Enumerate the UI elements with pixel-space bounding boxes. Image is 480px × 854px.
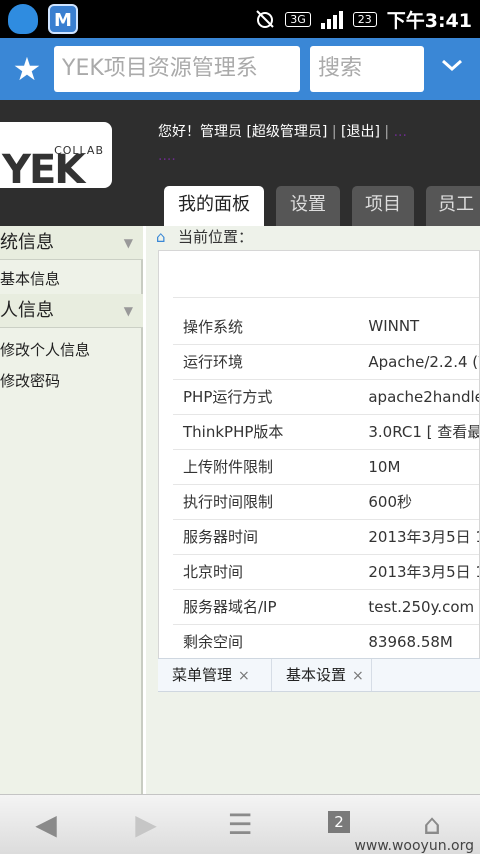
info-key: 操作系统	[173, 309, 359, 345]
table-row: 服务器时间 2013年3月5日 1	[173, 519, 479, 555]
window-tabs-bar: 菜单管理 × 基本设置 ×	[158, 658, 480, 692]
info-key: 运行环境	[173, 344, 359, 380]
window-tab-label: 菜单管理	[172, 666, 233, 684]
tab-staff[interactable]: 员工	[426, 186, 480, 226]
battery-icon: 23	[352, 11, 377, 27]
table-row: 操作系统 WINNT	[173, 309, 479, 345]
table-row: 执行时间限制 600秒	[173, 484, 479, 520]
m-app-icon: M	[48, 4, 78, 34]
alarm-off-icon	[256, 10, 274, 28]
main-content: ⌂ 当前位置： 操作系统WINNT运行环境Apache/2.2.4 (WPHP运行…	[146, 226, 480, 794]
sidebar-item-change-password[interactable]: 修改密码	[0, 370, 60, 391]
logout-link[interactable]: [退出]	[341, 124, 380, 140]
info-value: 3.0RC1 [ 查看最	[358, 414, 479, 450]
logo-yek-text: YEK	[2, 147, 85, 193]
info-key: 剩余空间	[173, 624, 359, 660]
info-key: 服务器时间	[173, 519, 359, 555]
info-key: 北京时间	[173, 554, 359, 590]
info-value: 2013年3月5日 1	[358, 519, 479, 555]
breadcrumb: ⌂ 当前位置：	[156, 226, 253, 252]
info-value: WINNT	[358, 309, 479, 345]
sidebar-item-basic-info[interactable]: 基本信息	[0, 268, 60, 289]
home-icon[interactable]: ⌂	[156, 226, 172, 246]
system-info-panel: 操作系统WINNT运行环境Apache/2.2.4 (WPHP运行方式apach…	[158, 250, 480, 662]
tab-my-panel[interactable]: 我的面板	[164, 186, 264, 226]
breadcrumb-label: 当前位置：	[178, 228, 254, 246]
info-value: test.250y.com [	[358, 589, 479, 625]
info-value: apache2handle	[358, 379, 479, 415]
sidebar-section-title: 人信息	[0, 300, 54, 321]
sidebar-section-system[interactable]: 统信息 ▼	[0, 226, 143, 260]
search-input[interactable]: 搜索	[310, 46, 424, 92]
info-key: ThinkPHP版本	[173, 414, 359, 450]
sidebar-item-edit-profile[interactable]: 修改个人信息	[0, 339, 90, 360]
info-value: 600秒	[358, 484, 479, 520]
table-row: 剩余空间 83968.58M	[173, 624, 479, 660]
window-tab[interactable]: 基本设置 ×	[272, 659, 372, 691]
menu-list-icon[interactable]: ☰	[216, 805, 264, 845]
chevron-down-icon: ▼	[123, 236, 133, 250]
bookmark-star-icon[interactable]: ★	[8, 50, 46, 88]
address-bar[interactable]: YEK项目资源管理系	[54, 46, 300, 92]
separator: |	[384, 124, 390, 140]
qq-app-icon	[8, 4, 38, 34]
browser-toolbar: ★ YEK项目资源管理系 搜索	[0, 38, 480, 100]
watermark: www.wooyun.org	[354, 838, 474, 854]
clock: 下午3:41	[386, 9, 472, 32]
info-key: 上传附件限制	[173, 449, 359, 485]
info-value: 83968.58M	[358, 624, 479, 660]
header-link[interactable]: ...	[394, 124, 407, 140]
separator: |	[331, 124, 337, 140]
status-bar: M 3G 23 下午3:41	[0, 0, 480, 38]
sidebar: 统信息 ▼ 基本信息 人信息 ▼ 修改个人信息 修改密码	[0, 226, 143, 794]
header-link[interactable]: ....	[158, 148, 176, 164]
close-icon[interactable]: ×	[352, 668, 364, 684]
divider	[173, 297, 479, 298]
table-row: 上传附件限制 10M	[173, 449, 479, 485]
welcome-bar: 您好！管理员 [超级管理员] | [退出] | ... ....	[158, 120, 478, 168]
table-row: PHP运行方式 apache2handle	[173, 379, 479, 415]
sidebar-section-title: 统信息	[0, 232, 54, 253]
welcome-text: 您好！管理员 [超级管理员]	[158, 124, 328, 140]
back-icon[interactable]: ◀	[22, 805, 70, 845]
chevron-down-icon: ▼	[123, 304, 133, 318]
tab-project[interactable]: 项目	[352, 186, 414, 226]
info-key: 执行时间限制	[173, 484, 359, 520]
table-row: 运行环境Apache/2.2.4 (W	[173, 344, 479, 380]
info-key: PHP运行方式	[173, 379, 359, 415]
info-value: 2013年3月5日 1	[358, 554, 479, 590]
forward-icon[interactable]: ▶	[122, 805, 170, 845]
chevron-down-icon[interactable]	[430, 50, 474, 88]
table-row: 北京时间 2013年3月5日 1	[173, 554, 479, 590]
info-value: 10M	[358, 449, 479, 485]
window-tab-label: 基本设置	[286, 666, 347, 684]
table-row: 服务器域名/IP test.250y.com [	[173, 589, 479, 625]
pages-count: 2	[328, 811, 350, 833]
info-key: 服务器域名/IP	[173, 589, 359, 625]
info-value: Apache/2.2.4 (W	[358, 344, 479, 380]
window-tab[interactable]: 菜单管理 ×	[158, 659, 272, 691]
close-icon[interactable]: ×	[238, 668, 250, 684]
system-info-table: 操作系统WINNT运行环境Apache/2.2.4 (WPHP运行方式apach…	[173, 309, 479, 661]
logo: COLLAB YEK	[0, 122, 112, 193]
tab-settings[interactable]: 设置	[276, 186, 340, 226]
sidebar-section-personal[interactable]: 人信息 ▼	[0, 294, 143, 328]
network-3g-icon: 3G	[285, 11, 311, 27]
table-row: ThinkPHP版本 3.0RC1 [ 查看最	[173, 414, 479, 450]
signal-icon	[320, 9, 343, 29]
